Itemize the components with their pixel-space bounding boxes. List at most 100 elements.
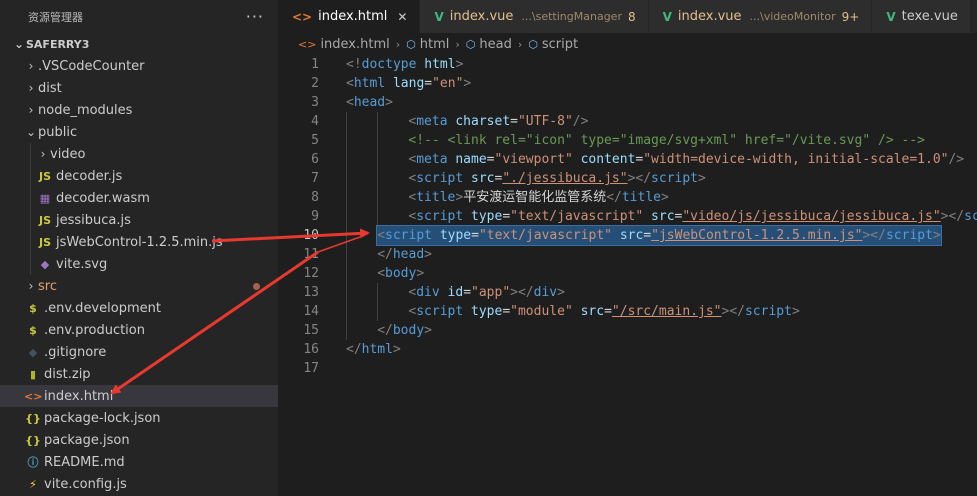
code-line[interactable]: 17: [278, 359, 977, 378]
tree-item-dist[interactable]: › dist: [0, 77, 278, 99]
code-line[interactable]: 2 <html lang="en">: [278, 74, 977, 93]
tab-label: index.vue: [677, 9, 742, 24]
tree-item-label: .VSCodeCounter: [38, 58, 145, 74]
code-line[interactable]: 3 <head>: [278, 93, 977, 112]
indent-guide: [377, 188, 379, 207]
code-content: <!-- <link rel="icon" type="image/svg+xm…: [408, 131, 925, 150]
tree-item-vite-svg[interactable]: ◆ vite.svg: [0, 253, 278, 275]
tree-item-decoder-js[interactable]: JS decoder.js: [0, 165, 278, 187]
code-token: script: [416, 304, 464, 319]
code-token: "viewport": [494, 152, 573, 167]
tree-item-label: node_modules: [38, 102, 133, 118]
project-root[interactable]: ⌄ SAFERRY3: [0, 33, 278, 55]
indent-guide: [30, 253, 31, 275]
code-line[interactable]: 13 <div id="app"></div>: [278, 283, 977, 302]
code-line[interactable]: 4 <meta charset="UTF-8"/>: [278, 112, 977, 131]
indent-guide: [346, 283, 347, 302]
tab-index-vue-2[interactable]: Vindex.vue ...\videoMonitor 9+: [648, 0, 873, 33]
code-token: "UTF-8": [517, 114, 573, 129]
code-line[interactable]: 15 </body>: [278, 321, 977, 340]
indent-guide: [30, 209, 31, 231]
tree-item-package-lock-json[interactable]: {} package-lock.json: [0, 407, 278, 429]
tree-item-readme-md[interactable]: ⓘ README.md: [0, 451, 278, 473]
tree-item-vscodecounter[interactable]: › .VSCodeCounter: [0, 55, 278, 77]
line-number: 3: [311, 95, 319, 110]
code-line[interactable]: 6 <meta name="viewport" content="width=de…: [278, 150, 977, 169]
code-token: 平安渡运智能化监管系统: [463, 190, 607, 205]
tree-item-label: .env.production: [44, 322, 145, 338]
tree-item-public[interactable]: ⌄ public: [0, 121, 278, 143]
code-token: =: [471, 228, 479, 243]
tree-item-jessibuca-js[interactable]: JS jessibuca.js: [0, 209, 278, 231]
code-token: script: [385, 228, 432, 243]
indent-guide: [346, 207, 347, 226]
file-type-icon: $: [29, 301, 37, 315]
tree-item-index-html[interactable]: <> index.html: [0, 385, 278, 407]
tree-item-dist-zip[interactable]: ▮ dist.zip: [0, 363, 278, 385]
tree-item-vite-config-js[interactable]: ⚡ vite.config.js: [0, 473, 278, 495]
code-line[interactable]: 8 <title>平安渡运智能化监管系统</title>: [278, 188, 977, 207]
code-line[interactable]: 16 </html>: [278, 340, 977, 359]
tree-item-src[interactable]: › src: [0, 275, 278, 297]
tree-item-label: README.md: [44, 454, 125, 470]
indent-guide: [30, 143, 31, 165]
close-icon[interactable]: ✕: [397, 10, 407, 24]
breadcrumb-item-index-html[interactable]: <> index.html: [298, 37, 390, 52]
tree-item-package-json[interactable]: {} package.json: [0, 429, 278, 451]
indent-guide: [346, 302, 347, 321]
code-content: </html>: [346, 340, 401, 359]
code-editor[interactable]: 1 <!doctype html> 2 <html lang="en"> 3 <head>…: [278, 55, 977, 496]
file-type-icon: JS: [38, 169, 51, 183]
chevron-right-icon: ›: [517, 37, 523, 51]
line-number: 9: [311, 209, 319, 224]
indent-guide: [30, 187, 31, 209]
more-actions-icon[interactable]: ···: [246, 7, 264, 26]
code-token: "en": [432, 76, 464, 91]
code-line[interactable]: 14 <script type="module" src="/src/main.j…: [278, 302, 977, 321]
code-token: >: [455, 57, 464, 72]
line-number: 10: [303, 228, 319, 243]
code-content: <script src="./jessibuca.js"></script>: [408, 169, 705, 188]
code-token: >: [392, 342, 401, 357]
tree-item-node-modules[interactable]: › node_modules: [0, 99, 278, 121]
tree-item-gitignore[interactable]: ◆ .gitignore: [0, 341, 278, 363]
file-type-icon: ◆: [28, 345, 38, 359]
code-line[interactable]: 5 <!-- <link rel="icon" type="image/svg+x…: [278, 131, 977, 150]
file-type-icon: JS: [38, 213, 51, 227]
code-token: "width=device-width, initial-scale=1.0": [643, 152, 949, 167]
line-number: 8: [311, 190, 319, 205]
code-token: "./jessibuca.js": [502, 171, 628, 186]
tree-item-label: package-lock.json: [44, 410, 161, 426]
breadcrumb-item-head[interactable]: ⬡ head: [466, 37, 512, 52]
tree-item-env-development[interactable]: $ .env.development: [0, 297, 278, 319]
code-token: doctype: [361, 57, 417, 72]
file-type-icon: ⓘ: [27, 456, 39, 469]
tab-index-vue-1[interactable]: Vindex.vue ...\settingManager 8: [420, 0, 649, 33]
tab-texe-vue-3[interactable]: Vtexe.vue: [872, 0, 971, 33]
code-line[interactable]: 10 <script type="text/javascript" src="js…: [278, 225, 977, 246]
breadcrumb-item-script[interactable]: ⬡ script: [528, 37, 578, 52]
code-line[interactable]: 12 <body>: [278, 264, 977, 283]
indent-guide: [377, 169, 379, 188]
tree-item-env-production[interactable]: $ .env.production: [0, 319, 278, 341]
tree-item-jswebcontrol-1-2-5-min-js[interactable]: JS jsWebControl-1.2.5.min.js: [0, 231, 278, 253]
code-line[interactable]: 1 <!doctype html>: [278, 55, 977, 74]
code-token: html: [361, 342, 393, 357]
code-token: =: [502, 304, 511, 319]
code-line[interactable]: 11 </head>: [278, 245, 977, 264]
indent-guide: [346, 150, 347, 169]
breadcrumb-item-html[interactable]: ⬡ html: [406, 37, 449, 52]
code-token: ></: [510, 285, 534, 300]
code-token: src: [580, 304, 605, 319]
tree-item-video[interactable]: › video: [0, 143, 278, 165]
code-token: title: [416, 190, 456, 205]
code-token: >: [385, 95, 393, 110]
code-line[interactable]: 7 <script src="./jessibuca.js"></script>: [278, 169, 977, 188]
tree-item-decoder-wasm[interactable]: ▦ decoder.wasm: [0, 187, 278, 209]
code-line[interactable]: 9 <script type="text/javascript" src="vid…: [278, 207, 977, 226]
tab-index-html-0[interactable]: <> index.html ✕: [278, 0, 421, 33]
